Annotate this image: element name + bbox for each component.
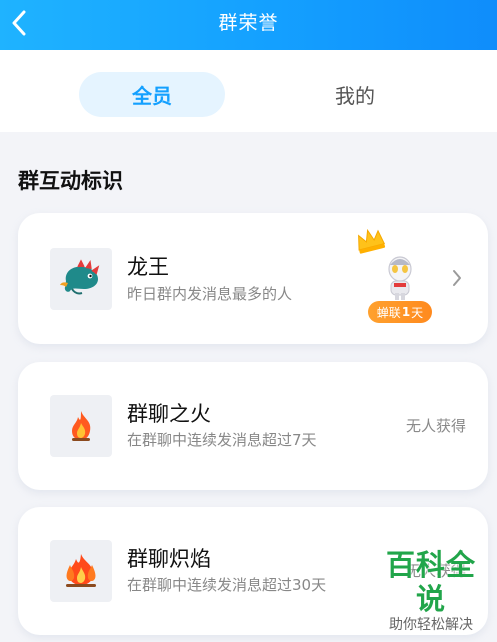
- honor-thumbnail: [50, 395, 112, 457]
- honor-description: 在群聊中连续发消息超过30天: [127, 576, 327, 594]
- chevron-right-icon[interactable]: [450, 268, 464, 288]
- dragon-icon: [60, 259, 100, 295]
- honor-card-dragon-king[interactable]: 龙王 昨日群内发消息最多的人 蝉联 1 天: [18, 213, 488, 344]
- blaze-icon: [66, 554, 96, 587]
- tab-bar: 全员 我的: [0, 50, 497, 132]
- tab-all[interactable]: 全员: [79, 72, 225, 117]
- honor-status: 无人获得: [405, 417, 466, 435]
- honor-card-chat-fire[interactable]: 群聊之火 在群聊中连续发消息超过7天 无人获得: [18, 362, 488, 490]
- streak-badge: 蝉联 1 天: [368, 301, 432, 323]
- honor-description: 在群聊中连续发消息超过7天: [127, 431, 317, 449]
- honor-status: 无人获得: [405, 562, 466, 580]
- honor-name: 群聊炽焰: [127, 547, 211, 571]
- page-title: 群荣誉: [218, 12, 279, 34]
- honor-card-chat-blaze[interactable]: 群聊炽焰 在群聊中连续发消息超过30天 无人获得: [18, 507, 488, 635]
- top-app-bar: 群荣誉: [0, 0, 497, 50]
- tab-mine[interactable]: 我的: [282, 72, 428, 117]
- honor-thumbnail: [50, 540, 112, 602]
- section-title: 群互动标识: [18, 169, 123, 193]
- honor-description: 昨日群内发消息最多的人: [127, 285, 293, 303]
- flame-icon: [72, 411, 91, 441]
- crown-icon: [358, 228, 386, 254]
- honor-name: 群聊之火: [127, 402, 211, 426]
- honor-thumbnail: [50, 248, 112, 310]
- honor-holder: 蝉联 1 天: [358, 228, 442, 323]
- user-avatar-icon: [388, 256, 412, 300]
- honor-name: 龙王: [127, 255, 169, 279]
